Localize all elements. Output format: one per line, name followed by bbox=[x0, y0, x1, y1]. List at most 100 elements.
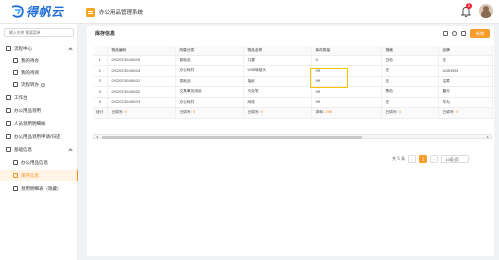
summary-label: 统计 bbox=[93, 107, 108, 119]
column-header[interactable]: 物品编码 bbox=[107, 46, 176, 56]
table-row[interactable]: 4 OS2023040002 文具事务用品 马克笔 99 黑色 晨光 bbox=[93, 86, 493, 98]
prev-page-button[interactable]: ‹ bbox=[408, 155, 417, 163]
cell-brand: 无 bbox=[438, 55, 493, 66]
summary-cell: 已填写: 5 bbox=[175, 107, 244, 119]
page-number-button[interactable]: 1 bbox=[419, 155, 428, 163]
cell-code: OS2023040001 bbox=[107, 76, 176, 87]
logo[interactable]: 得帆云 bbox=[10, 3, 64, 20]
summary-cell: 已填写: 5 bbox=[438, 107, 493, 119]
sidebar-item-label: 我的待办 bbox=[21, 58, 39, 64]
cell-brand: 晨光 bbox=[438, 86, 493, 98]
user-avatar[interactable] bbox=[479, 4, 493, 18]
scroll-right-icon[interactable] bbox=[487, 136, 489, 138]
scroll-left-icon[interactable] bbox=[96, 136, 98, 138]
app-icon bbox=[86, 7, 95, 17]
next-page-button[interactable]: › bbox=[430, 155, 439, 163]
sidebar-item-apply-return[interactable]: 办公用品领用申请/归还 bbox=[0, 131, 78, 142]
columns-icon[interactable] bbox=[461, 31, 466, 36]
summary-text: 已填写: bbox=[179, 110, 193, 115]
cell-spec: 无 bbox=[381, 76, 439, 87]
cell-name: 网线 bbox=[243, 97, 312, 108]
scroll-thumb[interactable] bbox=[102, 136, 362, 139]
cell-category: 易耗品 bbox=[175, 55, 244, 66]
inventory-icon bbox=[13, 173, 18, 178]
sidebar-item-inventory[interactable]: 库存信息 bbox=[0, 170, 78, 181]
sidebar-item-supply-info[interactable]: 办公用品信息 bbox=[0, 157, 78, 168]
menu-search-input[interactable] bbox=[4, 28, 74, 37]
cell-code: OS2023040004 bbox=[107, 65, 176, 77]
cell-stock: 99 bbox=[311, 97, 382, 108]
filter-icon[interactable] bbox=[443, 31, 448, 36]
apply-icon bbox=[6, 134, 11, 139]
refresh-icon[interactable] bbox=[452, 31, 457, 36]
cell-code: OS2023040003 bbox=[107, 97, 176, 108]
add-button[interactable]: 新增 bbox=[470, 29, 490, 38]
main-panel: 库存信息 新增 物品编码 所属分类 物品名称 库存数量 规格 品牌 1 OS20… bbox=[87, 26, 494, 256]
cell-brand: 华为 bbox=[438, 97, 493, 108]
table-row[interactable]: 2 OS2023040004 办公耗材 USB转接头 99 无 UGREEN bbox=[93, 65, 493, 77]
summary-row: 统计 已填写: 5 已填写: 5 已填写: 5 求和: 396 已填写: 5 已… bbox=[93, 107, 493, 119]
cell-name: 口罩 bbox=[243, 55, 312, 66]
sidebar-item-label: 办公用品领用 bbox=[14, 108, 41, 114]
summary-value: 396 bbox=[325, 110, 333, 115]
sidebar-item-transfer[interactable]: 流程转办 ? bbox=[0, 79, 78, 90]
sidebar-item-label: 我的待阅 bbox=[21, 70, 39, 76]
cell-spec: 黑色 bbox=[381, 86, 439, 98]
read-icon bbox=[13, 70, 18, 75]
column-header[interactable]: 所属分类 bbox=[175, 46, 244, 56]
column-header[interactable]: 品牌 bbox=[438, 46, 493, 56]
summary-text: 已填写: bbox=[442, 110, 456, 115]
summary-text: 已填写: bbox=[247, 110, 261, 115]
summary-cell: 求和: 396 bbox=[311, 107, 382, 119]
summary-text: 已填写: bbox=[385, 110, 399, 115]
cell-category: 办公耗材 bbox=[175, 65, 244, 77]
summary-value: 5 bbox=[260, 110, 264, 115]
cell-category: 文具事务用品 bbox=[175, 86, 244, 98]
cell-spec: 白色 bbox=[381, 55, 439, 66]
page-title: 库存信息 bbox=[95, 31, 116, 37]
page-size-select[interactable]: 10条/页 bbox=[441, 155, 470, 163]
column-header[interactable]: 物品名称 bbox=[243, 46, 312, 56]
chevron-up-icon bbox=[68, 47, 73, 52]
cell-category: 易耗品 bbox=[175, 76, 244, 87]
sidebar-item-usage-detail-hidden[interactable]: 领用明细表（隐藏） bbox=[0, 183, 78, 194]
cell-name: USB转接头 bbox=[243, 65, 312, 77]
column-header bbox=[93, 46, 108, 56]
inventory-table: 物品编码 所属分类 物品名称 库存数量 规格 品牌 1 OS2023040005… bbox=[93, 46, 493, 119]
row-index: 4 bbox=[93, 86, 108, 98]
system-title-group: 办公用品管理系统 bbox=[86, 5, 143, 19]
row-index: 1 bbox=[93, 55, 108, 66]
cell-code: OS2023040005 bbox=[107, 55, 176, 66]
sidebar-item-label: 基础信息 bbox=[14, 147, 32, 153]
sidebar-item-usage-ledger[interactable]: 人员领用明细帐 bbox=[0, 118, 78, 129]
help-icon[interactable]: ? bbox=[41, 82, 45, 87]
highlight-annotation bbox=[310, 68, 348, 88]
table-row[interactable]: 1 OS2023040005 易耗品 口罩 0 白色 无 bbox=[93, 55, 493, 66]
sidebar-item-label: 工作台 bbox=[14, 95, 28, 101]
table-row[interactable]: 3 OS2023040001 易耗品 抽纸 99 无 洁柔 bbox=[93, 76, 493, 87]
sidebar-item-label: 流程转办 bbox=[21, 82, 39, 88]
sidebar: 流程中心 我的待办 我的待阅 流程转办 ? 工作台 办公用品领用 人员领用明细帐… bbox=[0, 24, 78, 260]
column-header[interactable]: 库存数量 bbox=[311, 46, 382, 56]
summary-value: 5 bbox=[192, 110, 196, 115]
sidebar-item-workbench[interactable]: 工作台 bbox=[0, 92, 78, 103]
sidebar-item-my-todo[interactable]: 我的待办 bbox=[0, 55, 78, 66]
table-row[interactable]: 5 OS2023040003 办公耗材 网线 99 无 华为 bbox=[93, 97, 493, 108]
summary-text: 已填写: bbox=[111, 110, 125, 115]
sidebar-item-office-supply-use[interactable]: 办公用品领用 bbox=[0, 105, 78, 116]
horizontal-scrollbar[interactable] bbox=[93, 134, 492, 139]
detail-icon bbox=[13, 186, 18, 191]
sidebar-item-process-center[interactable]: 流程中心 bbox=[0, 43, 78, 54]
sidebar-item-my-read[interactable]: 我的待阅 bbox=[0, 67, 78, 78]
row-index: 5 bbox=[93, 97, 108, 108]
sidebar-item-label: 人员领用明细帐 bbox=[14, 121, 46, 127]
summary-value: 5 bbox=[124, 110, 128, 115]
supply-use-icon bbox=[6, 108, 11, 113]
sidebar-item-basic-info[interactable]: 基础信息 bbox=[0, 144, 78, 155]
sidebar-item-label: 流程中心 bbox=[14, 46, 32, 52]
cell-brand: 洁柔 bbox=[438, 76, 493, 87]
logo-mark-icon bbox=[11, 5, 24, 18]
column-header[interactable]: 规格 bbox=[381, 46, 439, 56]
workbench-icon bbox=[6, 95, 11, 100]
cell-spec: 无 bbox=[381, 97, 439, 108]
